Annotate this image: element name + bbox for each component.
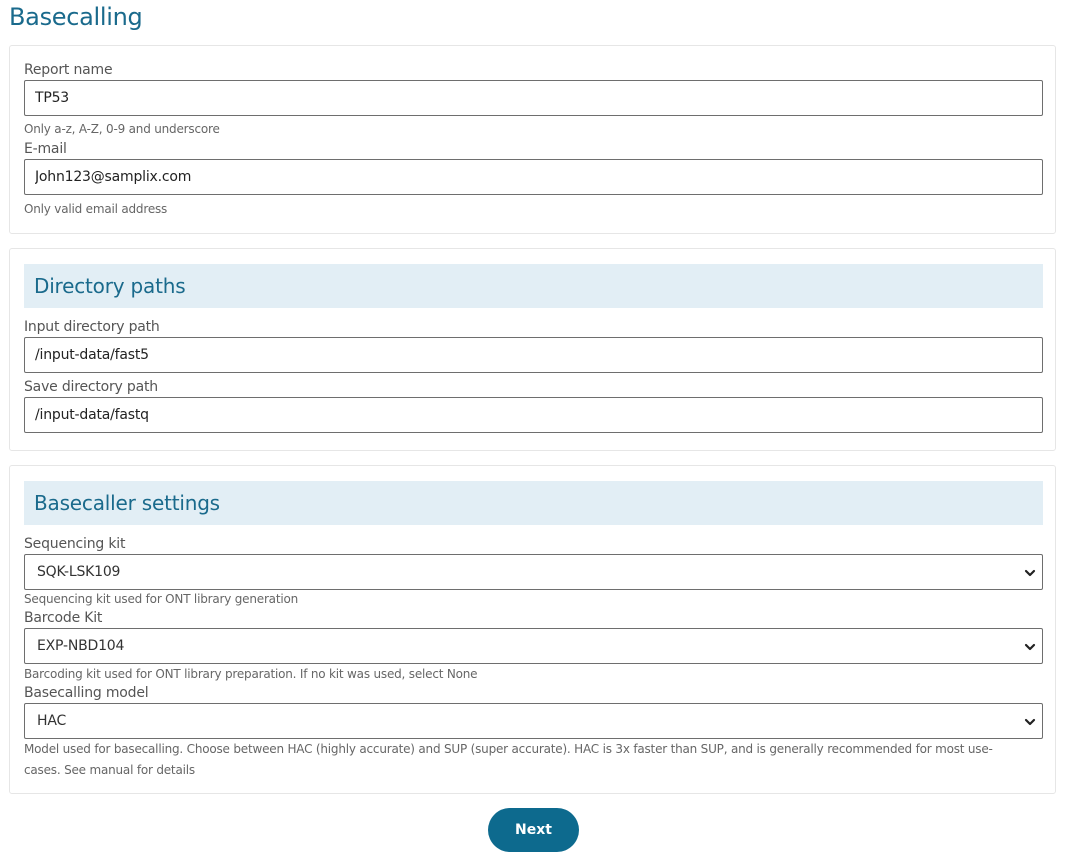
report-name-hint: Only a-z, A-Z, 0-9 and underscore	[24, 122, 220, 136]
report-name-label: Report name	[24, 62, 113, 78]
email-hint: Only valid email address	[24, 202, 168, 216]
basecaller-settings-card: Basecaller settings Sequencing kit SQK-L…	[9, 465, 1056, 794]
basecaller-settings-header: Basecaller settings	[24, 481, 1043, 525]
sequencing-kit-value: SQK-LSK109	[37, 564, 121, 580]
barcode-kit-value: EXP-NBD104	[37, 638, 125, 654]
input-directory-label: Input directory path	[24, 319, 160, 335]
next-button[interactable]: Next	[488, 808, 579, 852]
basecaller-settings-title: Basecaller settings	[34, 491, 220, 515]
directory-paths-card: Directory paths Input directory path Sav…	[9, 248, 1056, 451]
barcode-kit-select[interactable]: EXP-NBD104	[24, 628, 1043, 664]
report-name-input[interactable]	[24, 80, 1043, 116]
basecalling-model-value: HAC	[37, 713, 67, 729]
sequencing-kit-hint: Sequencing kit used for ONT library gene…	[24, 592, 299, 606]
directory-paths-header: Directory paths	[24, 264, 1043, 308]
basecalling-model-label: Basecalling model	[24, 685, 149, 701]
report-card: Report name Only a-z, A-Z, 0-9 and under…	[9, 45, 1056, 234]
email-input[interactable]	[24, 159, 1043, 195]
save-directory-label: Save directory path	[24, 379, 158, 395]
directory-paths-title: Directory paths	[34, 274, 186, 298]
chevron-down-icon	[1024, 643, 1036, 651]
sequencing-kit-label: Sequencing kit	[24, 536, 126, 552]
sequencing-kit-select[interactable]: SQK-LSK109	[24, 554, 1043, 590]
basecalling-model-select[interactable]: HAC	[24, 703, 1043, 739]
barcode-kit-label: Barcode Kit	[24, 610, 103, 626]
chevron-down-icon	[1024, 718, 1036, 726]
page-title: Basecalling	[9, 3, 143, 31]
barcode-kit-hint: Barcoding kit used for ONT library prepa…	[24, 667, 478, 681]
chevron-down-icon	[1024, 569, 1036, 577]
save-directory-input[interactable]	[24, 397, 1043, 433]
basecalling-model-hint: Model used for basecalling. Choose betwe…	[24, 742, 993, 777]
input-directory-input[interactable]	[24, 337, 1043, 373]
email-label: E-mail	[24, 141, 67, 157]
